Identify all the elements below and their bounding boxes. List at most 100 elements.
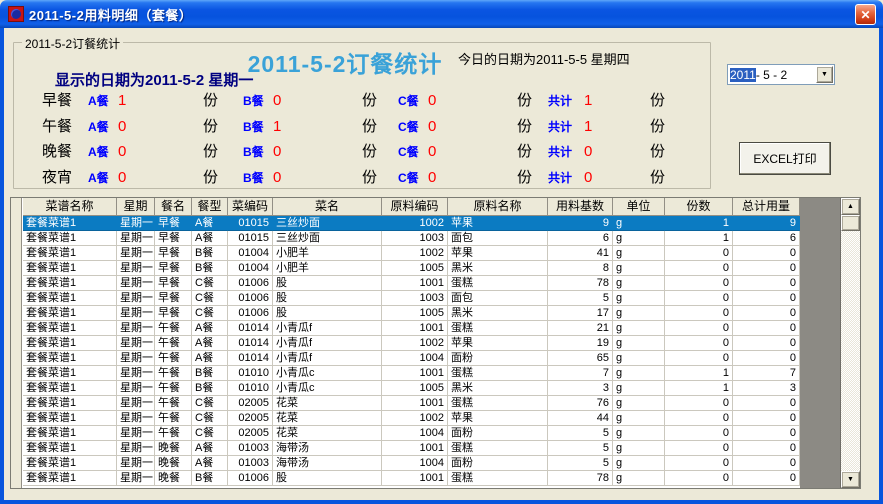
grid-cell: 0 [733,336,800,351]
date-combobox-value[interactable]: 2011- 5 - 2 [728,68,816,82]
meal-a-label: A餐 [88,118,118,135]
table-row[interactable]: 套餐菜谱1星期一早餐C餐01006股1003面包5g00 [23,291,800,306]
table-row[interactable]: 套餐菜谱1星期一午餐C餐02005花菜1004面粉5g00 [23,426,800,441]
grid-cell: 花菜 [273,396,382,411]
meal-total-value: 1 [584,118,650,135]
close-button[interactable]: ✕ [855,4,876,25]
arrow-up-icon: ▲ [847,203,854,210]
grid-cell: 8 [548,261,613,276]
grid-cell: 午餐 [155,336,192,351]
grid-cell: g [613,291,665,306]
meal-a-label: A餐 [88,143,118,160]
grid-cell: 0 [665,291,733,306]
scroll-down-button[interactable]: ▼ [841,471,860,488]
grid-cell: g [613,471,665,486]
table-row[interactable]: 套餐菜谱1星期一午餐A餐01014小青瓜f1002苹果19g00 [23,336,800,351]
grid-cell: 78 [548,276,613,291]
grid-cell: 蛋糕 [448,321,548,336]
grid-cell: g [613,426,665,441]
grid-cell: 1001 [382,321,448,336]
table-row[interactable]: 套餐菜谱1星期一午餐A餐01014小青瓜f1001蛋糕21g00 [23,321,800,336]
table-row[interactable]: 套餐菜谱1星期一早餐A餐01015三丝炒面1002苹果9g19 [23,216,800,231]
table-row[interactable]: 套餐菜谱1星期一早餐B餐01004小肥羊1005黑米8g00 [23,261,800,276]
grid-cell: 蛋糕 [448,276,548,291]
vertical-scrollbar[interactable]: ▲ ▼ [841,198,860,488]
column-header: 总计用量 [733,198,800,216]
grid-cell: 78 [548,471,613,486]
grid-cell: 01004 [228,261,273,276]
scroll-up-button[interactable]: ▲ [841,198,860,215]
grid-cell: 1 [665,231,733,246]
table-row[interactable]: 套餐菜谱1星期一午餐B餐01010小青瓜c1001蛋糕7g17 [23,366,800,381]
meal-b-value: 0 [273,169,362,186]
date-combobox[interactable]: 2011- 5 - 2 ▼ [727,64,835,85]
grid-cell: 02005 [228,396,273,411]
table-row[interactable]: 套餐菜谱1星期一午餐C餐02005花菜1002苹果44g00 [23,411,800,426]
table-row[interactable]: 套餐菜谱1星期一早餐C餐01006股1005黑米17g00 [23,306,800,321]
table-row[interactable]: 套餐菜谱1星期一午餐B餐01010小青瓜c1005黑米3g13 [23,381,800,396]
meal-label: 午餐 [42,115,88,136]
stat-row-breakfast: 早餐 A餐 1 份 B餐 0 份 C餐 0 份 共计 1 份 [42,89,702,111]
grid-cell: 01003 [228,441,273,456]
table-row[interactable]: 套餐菜谱1星期一晚餐B餐01006股1001蛋糕78g00 [23,471,800,486]
grid-cell: 0 [665,276,733,291]
grid-cell: 6 [548,231,613,246]
grid-cell: g [613,276,665,291]
excel-print-button[interactable]: EXCEL打印 [739,142,831,175]
grid-cell: 01010 [228,381,273,396]
grid-cell: 0 [665,396,733,411]
grid-cell: 晚餐 [155,471,192,486]
stat-row-lunch: 午餐 A餐 0 份 B餐 1 份 C餐 0 份 共计 1 份 [42,115,702,137]
date-combobox-rest-text: - 5 - 2 [756,68,787,82]
table-row[interactable]: 套餐菜谱1星期一晚餐A餐01003海带汤1001蛋糕5g00 [23,441,800,456]
title-bar[interactable]: 2011-5-2用料明细（套餐） ✕ [0,0,883,28]
table-row[interactable]: 套餐菜谱1星期一早餐C餐01006股1001蛋糕78g00 [23,276,800,291]
grid-cell: B餐 [192,261,228,276]
grid-cell: 套餐菜谱1 [23,306,117,321]
grid-cell: 早餐 [155,216,192,231]
grid-cell: 黑米 [448,261,548,276]
grid-cell: 星期一 [117,276,155,291]
grid-cell: 股 [273,291,382,306]
grid-cell: 套餐菜谱1 [23,366,117,381]
table-row[interactable]: 套餐菜谱1星期一早餐B餐01004小肥羊1002苹果41g00 [23,246,800,261]
grid-cell: 三丝炒面 [273,231,382,246]
meal-c-label: C餐 [398,143,428,160]
grid-cell: 蛋糕 [448,471,548,486]
table-row[interactable]: 套餐菜谱1星期一午餐C餐02005花菜1001蛋糕76g00 [23,396,800,411]
grid-cell: 0 [665,306,733,321]
grid-cell: A餐 [192,321,228,336]
ingredients-grid: 菜谱名称星期餐名餐型菜编码菜名原料编码原料名称用料基数单位份数总计用量 套餐菜谱… [10,197,861,489]
unit-label: 份 [362,140,398,161]
grid-cell: 套餐菜谱1 [23,246,117,261]
grid-cell: 65 [548,351,613,366]
meal-b-value: 1 [273,118,362,135]
grid-cell: 1 [665,381,733,396]
column-header: 菜谱名称 [23,198,117,216]
meal-c-label: C餐 [398,92,428,109]
grid-cell: A餐 [192,336,228,351]
grid-cell: 01010 [228,366,273,381]
scrollbar-thumb[interactable] [841,215,860,231]
grid-cell: 9 [548,216,613,231]
column-header: 餐型 [192,198,228,216]
meal-c-label: C餐 [398,169,428,186]
grid-cell: 星期一 [117,426,155,441]
grid-content: 菜谱名称星期餐名餐型菜编码菜名原料编码原料名称用料基数单位份数总计用量 套餐菜谱… [23,198,800,488]
column-header: 菜编码 [228,198,273,216]
grid-cell: A餐 [192,441,228,456]
grid-cell: 星期一 [117,291,155,306]
table-row[interactable]: 套餐菜谱1星期一晚餐A餐01003海带汤1004面粉5g00 [23,456,800,471]
grid-cell: 0 [733,306,800,321]
table-row[interactable]: 套餐菜谱1星期一早餐A餐01015三丝炒面1003面包6g16 [23,231,800,246]
grid-cell: 海带汤 [273,441,382,456]
grid-cell: 小青瓜f [273,336,382,351]
grid-cell: g [613,441,665,456]
grid-cell: 苹果 [448,246,548,261]
grid-cell: 午餐 [155,321,192,336]
grid-cell: 0 [665,246,733,261]
grid-cell: 1002 [382,246,448,261]
table-row[interactable]: 套餐菜谱1星期一午餐A餐01014小青瓜f1004面粉65g00 [23,351,800,366]
grid-cell: 早餐 [155,231,192,246]
date-combobox-dropdown-button[interactable]: ▼ [816,66,833,83]
